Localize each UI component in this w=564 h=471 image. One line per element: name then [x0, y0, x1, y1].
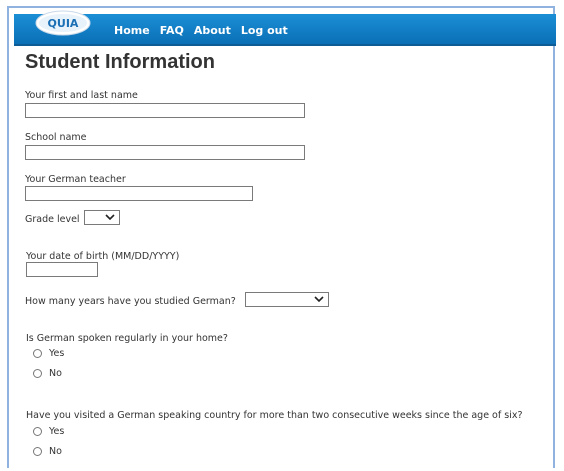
chevron-down-icon — [105, 214, 115, 221]
visit-question: Have you visited a German speaking count… — [26, 410, 523, 421]
visit-no-label: No — [49, 446, 62, 457]
teacher-input[interactable] — [25, 186, 253, 201]
visit-no-radio[interactable] — [33, 447, 42, 456]
logo-text: QUIA — [48, 17, 79, 30]
visit-no-option[interactable]: No — [33, 446, 62, 457]
visit-yes-radio[interactable] — [33, 427, 42, 436]
dob-label: Your date of birth (MM/DD/YYYY) — [26, 251, 180, 262]
nav-home-link[interactable]: Home — [114, 24, 150, 37]
grade-label: Grade level — [25, 214, 80, 225]
nav-divider — [14, 44, 556, 46]
chevron-down-icon — [314, 296, 324, 303]
home-yes-option[interactable]: Yes — [33, 348, 64, 359]
home-yes-label: Yes — [49, 348, 65, 359]
page-frame — [7, 6, 555, 468]
home-yes-radio[interactable] — [33, 349, 42, 358]
dob-input[interactable] — [26, 262, 98, 277]
nav-links: Home FAQ About Log out — [114, 24, 288, 37]
teacher-label: Your German teacher — [25, 174, 126, 185]
nav-faq-link[interactable]: FAQ — [160, 24, 184, 37]
name-input[interactable] — [25, 103, 305, 118]
quia-logo[interactable]: QUIA — [34, 8, 92, 36]
grade-select[interactable] — [84, 210, 120, 225]
nav-logout-link[interactable]: Log out — [241, 24, 288, 37]
home-no-radio[interactable] — [33, 369, 42, 378]
home-question: Is German spoken regularly in your home? — [26, 333, 228, 344]
school-input[interactable] — [25, 145, 305, 160]
page-title: Student Information — [25, 51, 215, 73]
visit-yes-option[interactable]: Yes — [33, 426, 64, 437]
home-no-option[interactable]: No — [33, 368, 62, 379]
name-label: Your first and last name — [25, 90, 138, 101]
home-no-label: No — [49, 368, 62, 379]
school-label: School name — [25, 132, 87, 143]
years-select[interactable] — [245, 292, 329, 307]
nav-about-link[interactable]: About — [194, 24, 231, 37]
years-label: How many years have you studied German? — [25, 296, 236, 307]
visit-yes-label: Yes — [49, 426, 65, 437]
